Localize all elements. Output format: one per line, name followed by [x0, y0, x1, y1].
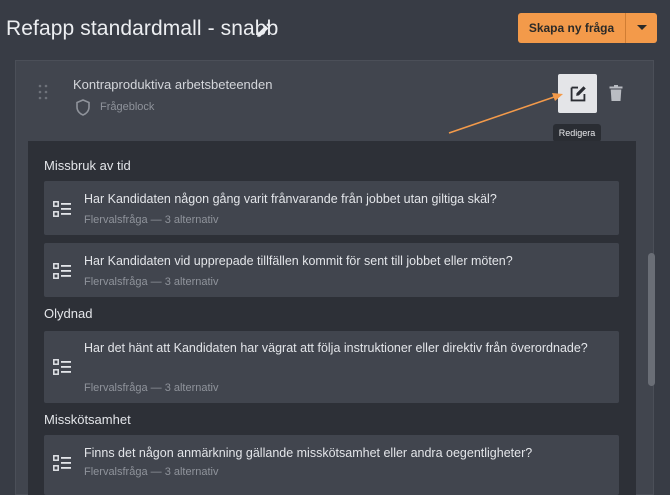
- caret-down-icon: [636, 25, 647, 30]
- question-text: Har Kandidaten någon gång varit frånvara…: [84, 192, 497, 206]
- section-title: Missbruk av tid: [44, 158, 131, 173]
- delete-block-button[interactable]: [609, 85, 623, 101]
- question-meta: Flervalsfråga — 3 alternativ: [84, 276, 219, 288]
- checklist-icon: [53, 359, 72, 375]
- edit-block-button[interactable]: [558, 74, 597, 113]
- drag-handle-icon[interactable]: [38, 84, 48, 100]
- question-meta: Flervalsfråga — 3 alternativ: [84, 466, 219, 478]
- question-text: Har Kandidaten vid upprepade tillfällen …: [84, 254, 513, 268]
- block-type-label: Frågeblock: [100, 101, 155, 113]
- checklist-icon: [53, 201, 72, 217]
- edit-tooltip: Redigera: [553, 124, 601, 142]
- create-question-button[interactable]: Skapa ny fråga: [518, 13, 625, 43]
- create-question-dropdown-toggle[interactable]: [626, 13, 657, 43]
- page-title: Refapp standardmall - snabb: [6, 17, 279, 40]
- question-text: Finns det någon anmärkning gällande miss…: [84, 446, 533, 460]
- question-meta: Flervalsfråga — 3 alternativ: [84, 382, 219, 394]
- question-card[interactable]: Har det hänt att Kandidaten har vägrat a…: [44, 331, 619, 403]
- shield-icon: [75, 99, 91, 116]
- question-meta: Flervalsfråga — 3 alternativ: [84, 214, 219, 226]
- block-title: Kontraproduktiva arbetsbeteenden: [73, 77, 273, 92]
- section-title: Misskötsamhet: [44, 412, 131, 427]
- question-text: Har det hänt att Kandidaten har vägrat a…: [84, 341, 588, 355]
- edit-icon: [570, 85, 586, 101]
- question-card[interactable]: Har Kandidaten vid upprepade tillfällen …: [44, 243, 619, 297]
- scrollbar-thumb[interactable]: [648, 253, 655, 386]
- section-title: Olydnad: [44, 306, 93, 321]
- checklist-icon: [53, 263, 72, 279]
- pencil-icon[interactable]: [255, 21, 273, 39]
- create-question-split-button: Skapa ny fråga: [518, 13, 657, 43]
- question-card[interactable]: Finns det någon anmärkning gällande miss…: [44, 435, 619, 495]
- question-card[interactable]: Har Kandidaten någon gång varit frånvara…: [44, 181, 619, 235]
- checklist-icon: [53, 455, 72, 471]
- trash-icon: [609, 85, 623, 101]
